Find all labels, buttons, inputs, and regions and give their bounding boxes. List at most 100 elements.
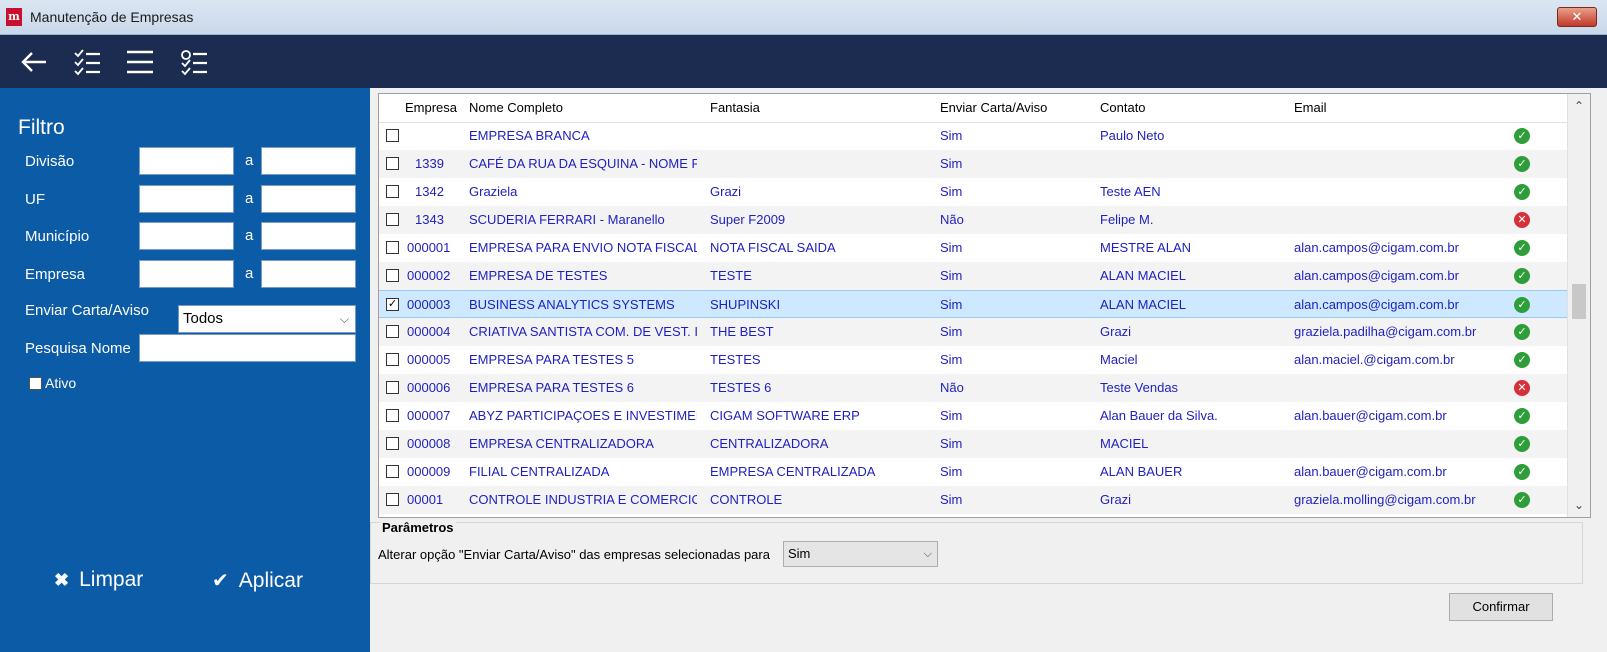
main-panel: Empresa Nome Completo Fantasia Enviar Ca… <box>370 88 1607 652</box>
cell-fantasia: TESTES 6 <box>710 380 772 395</box>
cell-contato: Teste Vendas <box>1100 380 1179 395</box>
enviar-carta-value: Todos <box>183 310 224 327</box>
parameters-label: Alterar opção "Enviar Carta/Aviso" das e… <box>378 547 770 562</box>
cell-contato: Paulo Neto <box>1100 128 1165 143</box>
municipio-to-input[interactable] <box>261 222 356 250</box>
app-logo-icon: m <box>6 8 22 26</box>
parameters-select[interactable]: Sim ⌵ <box>783 541 938 567</box>
status-ok-icon: ✓ <box>1514 492 1530 508</box>
checklist-icon[interactable] <box>70 45 104 79</box>
limpar-button[interactable]: ✖ Limpar <box>54 568 143 592</box>
ativo-checkbox[interactable] <box>29 377 42 390</box>
cell-nome: EMPRESA PARA ENVIO NOTA FISCAL <box>469 240 697 255</box>
table-row[interactable]: 000004 CRIATIVA SANTISTA COM. DE VEST. I T… <box>379 318 1569 346</box>
cell-enviar: Sim <box>940 128 963 143</box>
table-row[interactable]: 000008 EMPRESA CENTRALIZADORA CENTRALIZADO… <box>379 430 1569 458</box>
empresa-range-sep: a <box>245 265 254 282</box>
status-ok-icon: ✓ <box>1514 128 1530 144</box>
cell-fantasia: CENTRALIZADORA <box>710 436 829 451</box>
cell-enviar: Sim <box>940 156 963 171</box>
table-row[interactable]: 1342 Graziela Grazi Sim Teste AEN ✓ <box>379 178 1569 206</box>
cell-contato: Felipe M. <box>1100 212 1154 227</box>
window-title: Manutenção de Empresas <box>30 9 194 25</box>
uf-from-input[interactable] <box>139 185 234 213</box>
scroll-thumb[interactable] <box>1572 284 1586 319</box>
row-checkbox[interactable] <box>386 493 399 506</box>
col-fantasia[interactable]: Fantasia <box>710 100 760 115</box>
status-ok-icon: ✓ <box>1514 436 1530 452</box>
close-button[interactable]: ✕ <box>1557 7 1597 27</box>
col-contato[interactable]: Contato <box>1100 100 1146 115</box>
vertical-scrollbar[interactable]: ⌃ ⌄ <box>1567 94 1590 517</box>
row-checkbox[interactable] <box>386 465 399 478</box>
cell-email: alan.maciel.@cigam.com.br <box>1294 352 1455 367</box>
cell-empresa: 000009 <box>407 464 451 479</box>
divisao-from-input[interactable] <box>139 147 234 175</box>
col-empresa[interactable]: Empresa <box>405 100 457 115</box>
empresa-to-input[interactable] <box>261 260 356 288</box>
cell-contato: Grazi <box>1100 324 1132 339</box>
scroll-up-icon[interactable]: ⌃ <box>1568 96 1590 116</box>
table-row[interactable]: 000002 EMPRESA DE TESTES TESTE Sim ALAN MACI… <box>379 262 1569 290</box>
row-checkbox[interactable] <box>386 129 399 142</box>
row-checkbox[interactable] <box>386 157 399 170</box>
table-row[interactable]: 000006 EMPRESA PARA TESTES 6 TESTES 6 Não Te… <box>379 374 1569 402</box>
row-checkbox[interactable] <box>386 269 399 282</box>
cell-enviar: Sim <box>940 492 963 507</box>
filter-sidebar: Filtro Divisão a UF a Município a Empres… <box>0 88 370 652</box>
table-row[interactable]: ✓ 000003 BUSINESS ANALYTICS SYSTEMS SHUPINS… <box>379 290 1569 318</box>
pesquisa-nome-input[interactable] <box>139 334 356 362</box>
table-row[interactable]: 000001 EMPRESA PARA ENVIO NOTA FISCAL NOTA… <box>379 234 1569 262</box>
aplicar-button[interactable]: ✔ Aplicar <box>212 568 303 593</box>
cell-contato: Grazi <box>1100 492 1132 507</box>
uf-to-input[interactable] <box>261 185 356 213</box>
grid-header: Empresa Nome Completo Fantasia Enviar Ca… <box>379 94 1569 123</box>
empresa-from-input[interactable] <box>139 260 234 288</box>
row-checkbox[interactable]: ✓ <box>386 298 399 311</box>
row-checkbox[interactable] <box>386 381 399 394</box>
table-row[interactable]: 000009 FILIAL CENTRALIZADA EMPRESA CENTRAL… <box>379 458 1569 486</box>
cell-fantasia: TESTE <box>710 268 752 283</box>
row-checkbox[interactable] <box>386 185 399 198</box>
table-row[interactable]: 00001 CONTROLE INDUSTRIA E COMERCIO CONTRO… <box>379 486 1569 514</box>
table-row[interactable]: 000007 ABYZ PARTICIPAÇOES E INVESTIMEN CIG… <box>379 402 1569 430</box>
enviar-carta-select[interactable]: Todos ⌵ <box>178 305 356 333</box>
table-row[interactable]: 000005 EMPRESA PARA TESTES 5 TESTES Sim Maci… <box>379 346 1569 374</box>
cell-enviar: Sim <box>940 240 963 255</box>
menu-icon[interactable] <box>123 45 157 79</box>
row-checkbox[interactable] <box>386 437 399 450</box>
row-checkbox[interactable] <box>386 213 399 226</box>
uf-label: UF <box>25 191 45 208</box>
row-checkbox[interactable] <box>386 409 399 422</box>
uf-range-sep: a <box>245 190 254 207</box>
cell-enviar: Sim <box>940 324 963 339</box>
cell-fantasia: THE BEST <box>710 324 774 339</box>
row-checkbox[interactable] <box>386 325 399 338</box>
scroll-down-icon[interactable]: ⌄ <box>1568 495 1590 515</box>
confirm-button[interactable]: Confirmar <box>1449 593 1553 621</box>
status-ok-icon: ✓ <box>1514 240 1530 256</box>
cell-enviar: Não <box>940 380 964 395</box>
table-row[interactable]: 1343 SCUDERIA FERRARI - Maranello Super F2… <box>379 206 1569 234</box>
cell-fantasia: NOTA FISCAL SAIDA <box>710 240 836 255</box>
cell-email: alan.bauer@cigam.com.br <box>1294 464 1447 479</box>
cell-contato: ALAN BAUER <box>1100 464 1183 479</box>
col-enviar-carta[interactable]: Enviar Carta/Aviso <box>940 100 1047 115</box>
table-row[interactable]: EMPRESA BRANCA Sim Paulo Neto ✓ <box>379 122 1569 150</box>
limpar-label: Limpar <box>79 568 144 591</box>
status-error-icon: ✕ <box>1514 380 1530 396</box>
chevron-down-icon: ⌵ <box>339 312 349 326</box>
row-checkbox[interactable] <box>386 353 399 366</box>
cell-enviar: Sim <box>940 464 963 479</box>
col-email[interactable]: Email <box>1294 100 1327 115</box>
confirm-label: Confirmar <box>1472 599 1530 614</box>
cell-enviar: Sim <box>940 352 963 367</box>
municipio-from-input[interactable] <box>139 222 234 250</box>
divisao-to-input[interactable] <box>261 147 356 175</box>
table-row[interactable]: 1339 CAFÉ DA RUA DA ESQUINA - NOME F. Sim ✓ <box>379 150 1569 178</box>
back-arrow-icon[interactable] <box>17 45 51 79</box>
checklist-settings-icon[interactable] <box>177 45 211 79</box>
cell-fantasia: EMPRESA CENTRALIZADA <box>710 464 876 479</box>
row-checkbox[interactable] <box>386 241 399 254</box>
col-nome-completo[interactable]: Nome Completo <box>469 100 563 115</box>
